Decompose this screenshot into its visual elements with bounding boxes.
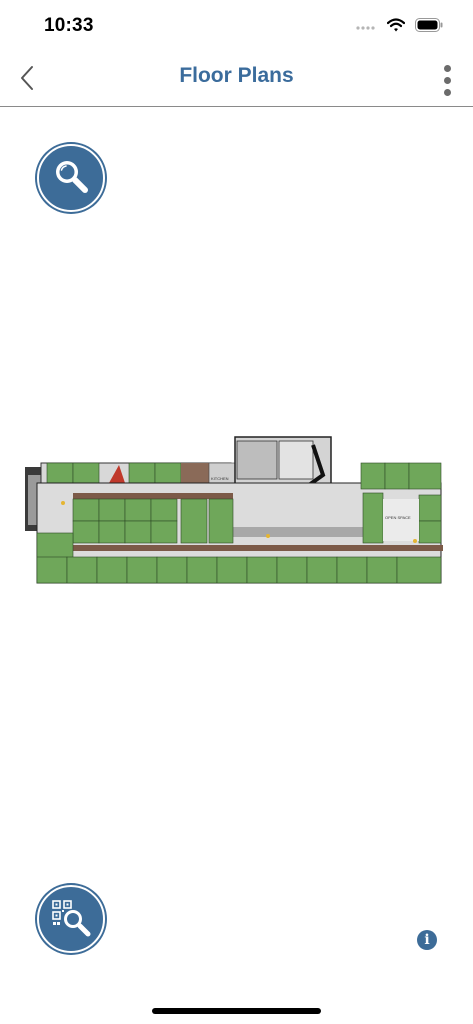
navigation-bar: Floor Plans <box>0 54 473 107</box>
search-button[interactable] <box>37 144 105 212</box>
qr-magnifier-icon <box>49 895 93 944</box>
magnifier-icon <box>51 156 91 201</box>
battery-icon <box>415 18 443 37</box>
info-button[interactable]: i <box>417 930 437 950</box>
status-bar: 10:33 <box>0 0 473 54</box>
cellular-signal-icon <box>355 19 377 37</box>
more-vertical-icon <box>443 64 451 72</box>
home-indicator <box>152 1008 321 1014</box>
kitchen-label: KITCHEN <box>211 476 229 481</box>
open-space-label: OPEN SPACE <box>385 515 411 520</box>
info-icon: i <box>424 932 430 948</box>
page-title: Floor Plans <box>179 64 294 87</box>
wifi-icon <box>386 18 406 37</box>
more-menu-button[interactable] <box>437 62 457 98</box>
floor-plan-map[interactable]: COMMON SPACE KITCHEN ELEVATOR LOBBY <box>23 435 444 585</box>
qr-search-button[interactable] <box>37 885 105 953</box>
status-icons <box>355 18 443 37</box>
status-time: 10:33 <box>44 15 94 36</box>
